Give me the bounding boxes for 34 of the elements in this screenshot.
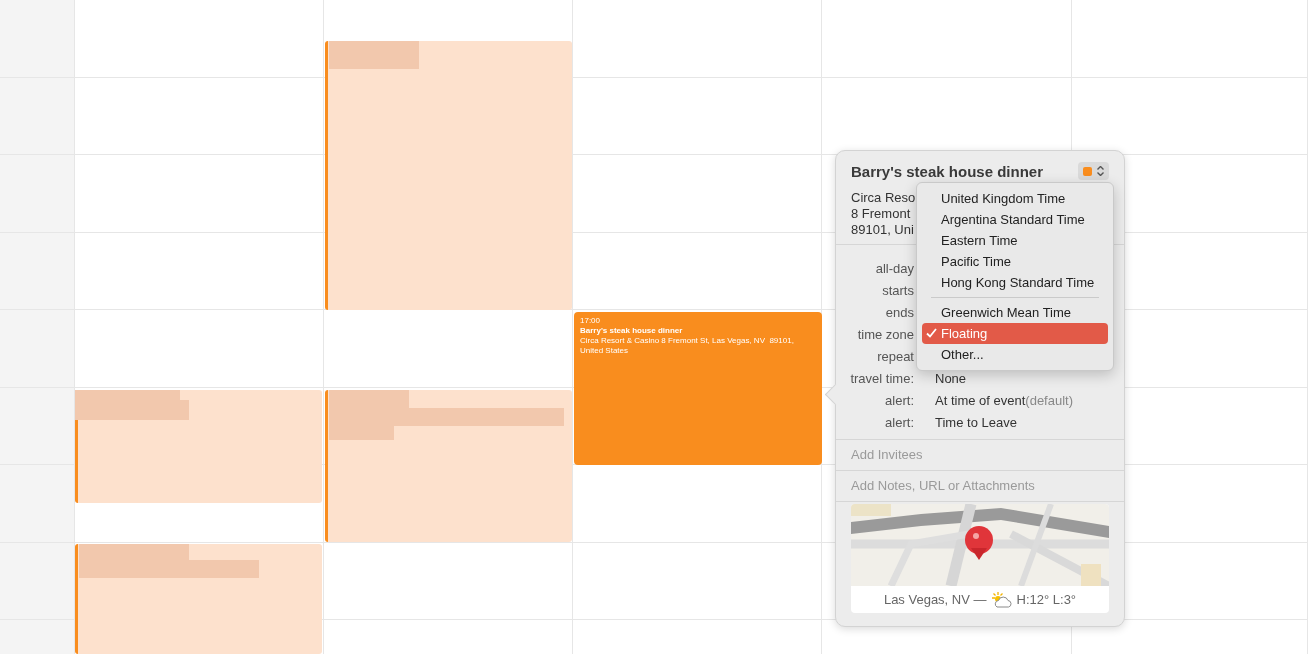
field-label: time zone [856, 326, 914, 342]
event-block[interactable] [75, 390, 322, 503]
field-value[interactable]: At time of event(default) [935, 392, 1074, 408]
field-label: repeat [876, 348, 914, 364]
menu-item[interactable]: Pacific Time [922, 251, 1108, 272]
checkmark-icon [926, 328, 937, 338]
chevron-updown-icon [1097, 166, 1104, 176]
weather-text: H:12° L:3° [1016, 592, 1077, 607]
menu-item[interactable]: Eastern Time [922, 230, 1108, 251]
calendar-color-button[interactable] [1078, 162, 1109, 180]
menu-item[interactable]: Other... [922, 344, 1108, 365]
event-title[interactable]: Barry's steak house dinner [851, 162, 1043, 180]
field-label: alert: [884, 414, 914, 430]
menu-item[interactable]: Floating [922, 323, 1108, 344]
event-block[interactable] [325, 390, 572, 542]
partly-cloudy-icon [989, 590, 1014, 609]
field-value[interactable]: Time to Leave [935, 414, 1017, 430]
field-value[interactable]: None [935, 370, 967, 386]
event-block[interactable] [75, 544, 322, 654]
menu-item[interactable]: Greenwich Mean Time [922, 302, 1108, 323]
menu-item[interactable]: Argentina Standard Time [922, 209, 1108, 230]
menu-item[interactable]: United Kingdom Time [922, 188, 1108, 209]
menu-item[interactable]: Hong Kong Standard Time [922, 272, 1108, 293]
field-label: travel time: [849, 370, 914, 386]
color-swatch-icon [1083, 166, 1092, 176]
field-label: alert: [884, 392, 914, 408]
event-block[interactable] [325, 41, 572, 310]
field-label: starts [881, 282, 914, 298]
event-time: 17:00 [580, 316, 602, 326]
field-label: all-day [874, 260, 914, 276]
event-title: Barry's steak house dinner [580, 326, 684, 336]
map-location-text: Las Vegas, NV — [883, 592, 987, 607]
event-location: Circa Resort & Casino 8 Fremont St, Las Vegas, NV 89101, United States [580, 336, 795, 356]
field-label: ends [884, 304, 914, 320]
